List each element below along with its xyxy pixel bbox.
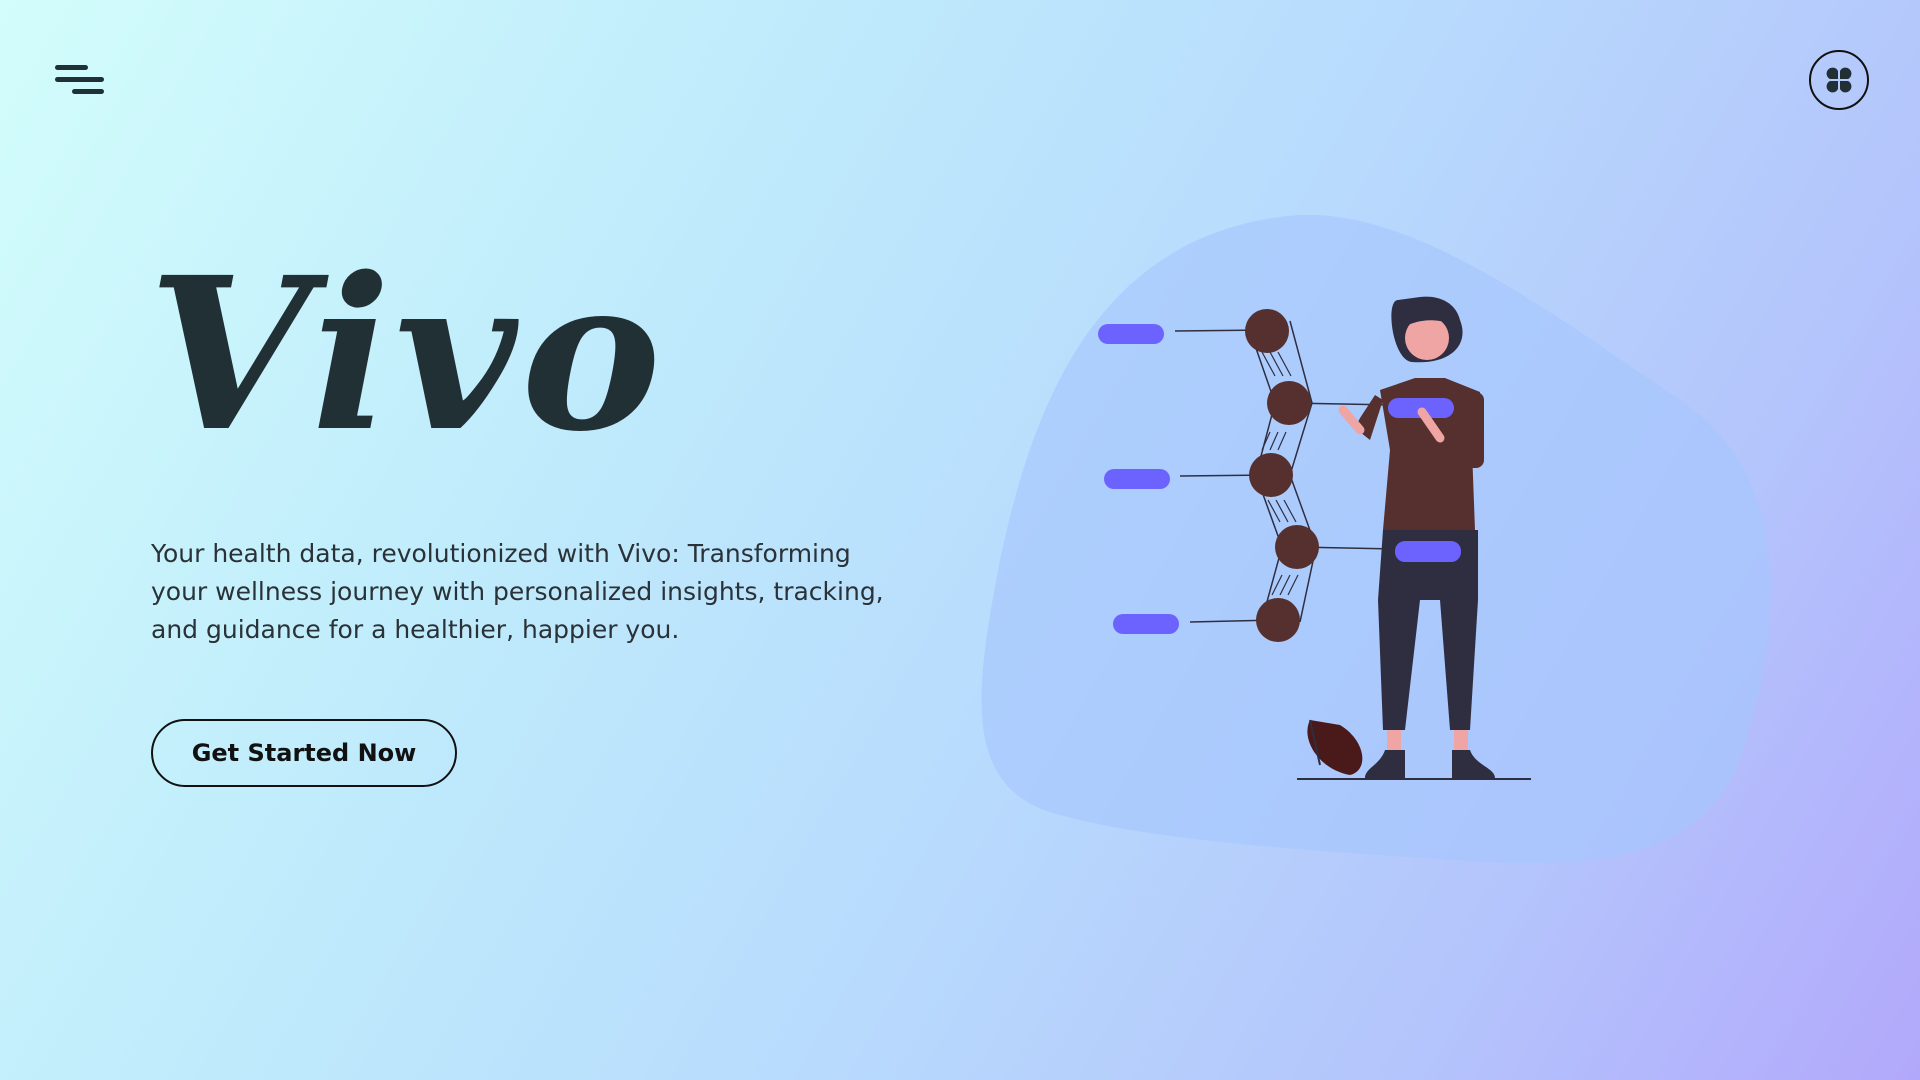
vertebra-node (1275, 525, 1319, 569)
label-pill (1104, 469, 1170, 489)
vertebra-node (1249, 453, 1293, 497)
vertebra-node (1267, 381, 1311, 425)
health-illustration (981, 214, 1771, 864)
vertebra-node (1245, 309, 1289, 353)
vertebra-node (1256, 598, 1300, 642)
label-pill (1113, 614, 1179, 634)
label-pill (1098, 324, 1164, 344)
